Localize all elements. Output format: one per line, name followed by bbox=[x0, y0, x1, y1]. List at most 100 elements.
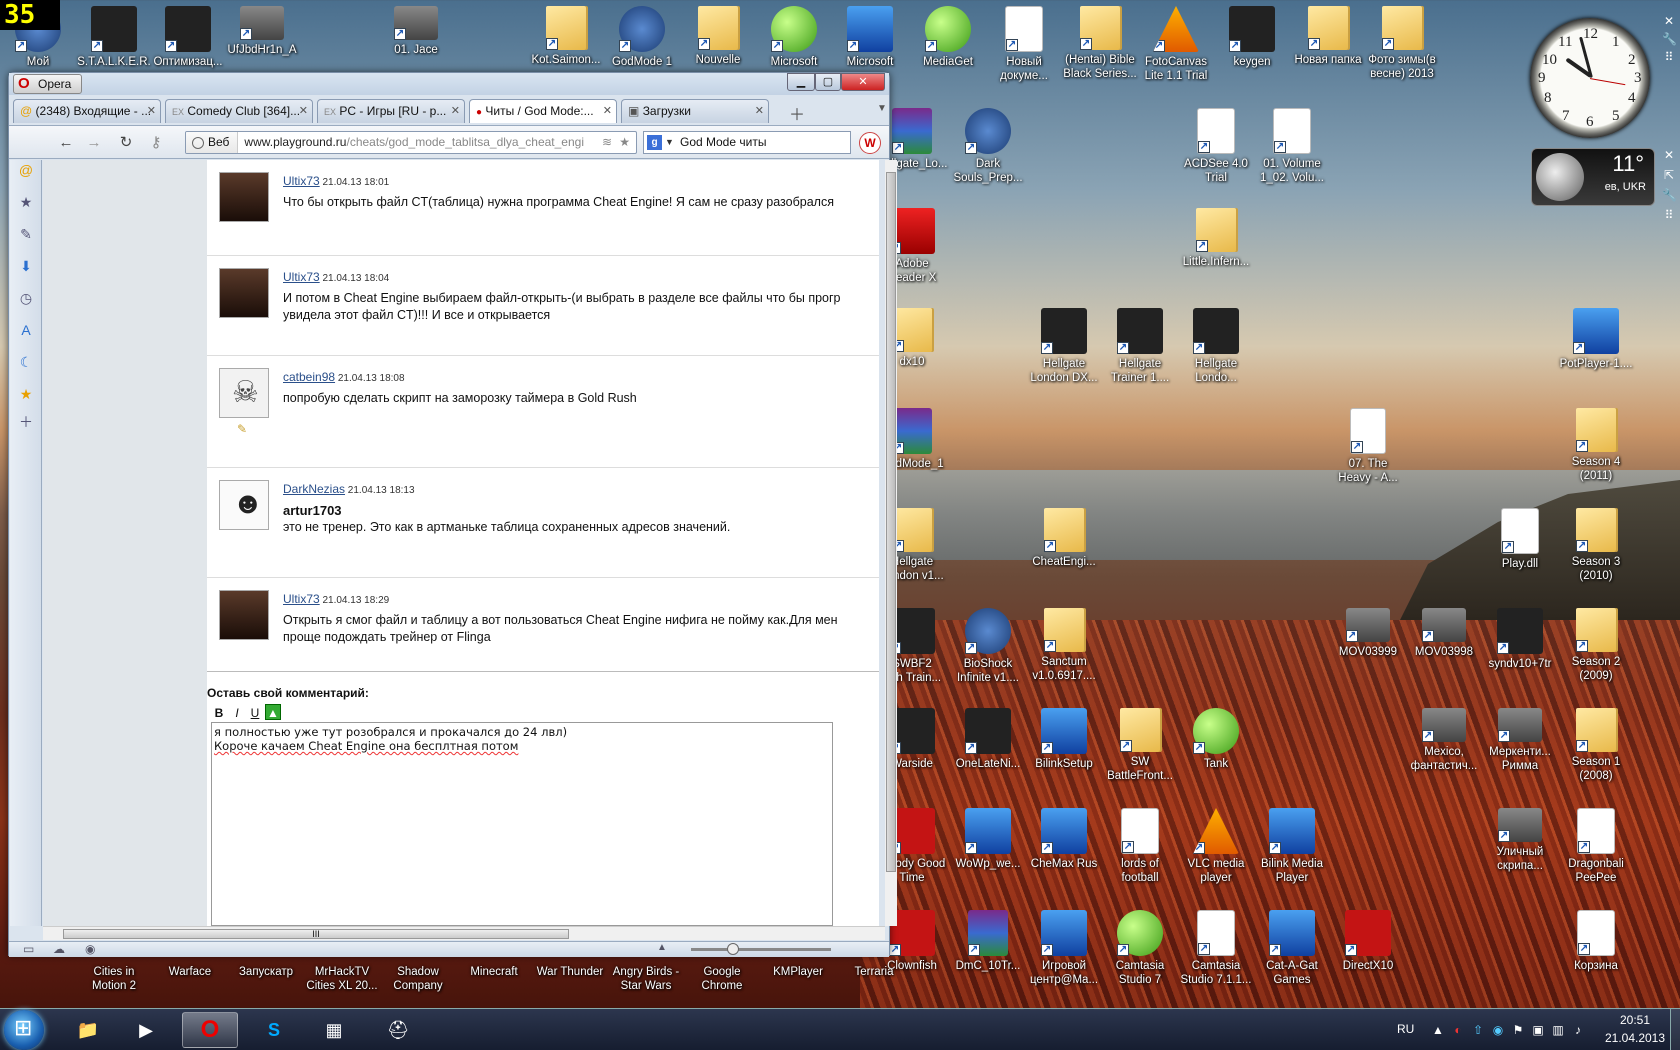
bookmark-star-icon[interactable]: ★ bbox=[619, 132, 630, 153]
desktop-icon[interactable]: ↗ MediaGet bbox=[910, 6, 986, 96]
desktop-icon[interactable]: ↗ BioShock Infinite v1.... bbox=[950, 608, 1026, 698]
skype-icon[interactable]: S bbox=[246, 1012, 302, 1048]
tab-close-icon[interactable]: ✕ bbox=[299, 104, 308, 117]
tab-mail[interactable]: @ (2348) Входящие - ... ✕ bbox=[13, 99, 161, 123]
favorites-star-icon[interactable]: ★ bbox=[18, 386, 34, 402]
desktop-icon[interactable]: ↗ Корзина bbox=[1558, 910, 1634, 1000]
desktop-icon[interactable]: War Thunder bbox=[532, 962, 608, 1006]
search-field[interactable]: g ▼ God Mode читы bbox=[643, 131, 851, 154]
desktop-icon[interactable]: ↗ (Hentai) Bible Black Series... bbox=[1062, 6, 1138, 96]
desktop-icon[interactable]: ↗ Season 1 (2008) bbox=[1558, 708, 1634, 798]
comment-author-link[interactable]: Ultix73 bbox=[283, 270, 320, 284]
desktop-icon[interactable]: ↗ ACDSee 4.0 Trial bbox=[1178, 108, 1254, 198]
notes-icon[interactable]: ✎ bbox=[18, 226, 34, 242]
show-desktop-button[interactable] bbox=[1670, 1009, 1680, 1050]
desktop-icon[interactable]: Angry Birds - Star Wars bbox=[608, 962, 684, 1006]
desktop-icon[interactable]: ↗ Sanctum v1.0.6917.... bbox=[1026, 608, 1102, 698]
underline-button[interactable]: U bbox=[247, 705, 263, 721]
desktop-icon[interactable]: ↗ Новая папка bbox=[1290, 6, 1366, 96]
desktop-icon[interactable]: ↗ 01. Volume 1_02. Volu... bbox=[1254, 108, 1330, 198]
reload-icon[interactable]: ↻ bbox=[115, 132, 137, 154]
clock-gadget[interactable]: 12 1 2 3 4 5 6 7 8 9 10 11 bbox=[1530, 18, 1650, 138]
wand-key-icon[interactable]: ⚷ bbox=[145, 132, 167, 154]
tab-close-icon[interactable]: ✕ bbox=[147, 104, 156, 117]
game-helmet-icon[interactable]: ⛑ bbox=[370, 1012, 426, 1048]
desktop-icon[interactable]: ↗ BilinkSetup bbox=[1026, 708, 1102, 798]
chevron-down-icon[interactable]: ▼ bbox=[665, 132, 674, 153]
panel-toggle-icon[interactable]: ▭ bbox=[23, 942, 34, 956]
gadget-options-icon[interactable]: 🔧 bbox=[1662, 188, 1677, 202]
mail-icon[interactable]: @ bbox=[18, 162, 34, 178]
minimize-button[interactable]: ▁ bbox=[787, 73, 815, 91]
comment-author-link[interactable]: catbein98 bbox=[283, 370, 335, 384]
downloads-icon[interactable]: ⬇ bbox=[18, 258, 34, 274]
zoom-slider-knob[interactable] bbox=[727, 943, 739, 955]
action-center-icon[interactable]: ▣ bbox=[1531, 1023, 1545, 1037]
tab-close-icon[interactable]: ✕ bbox=[755, 104, 764, 117]
desktop-icon[interactable]: Cities in Motion 2 bbox=[76, 962, 152, 1006]
opera-taskbar-icon[interactable]: O bbox=[182, 1012, 238, 1048]
desktop-icon[interactable]: ↗ 07. The Heavy - A... bbox=[1330, 408, 1406, 498]
back-arrow-icon[interactable]: ← bbox=[55, 132, 77, 154]
explorer-folder-icon[interactable]: 📁 bbox=[60, 1012, 116, 1048]
zoom-toggle-icon[interactable]: ▲ bbox=[657, 942, 667, 953]
close-button[interactable]: ✕ bbox=[841, 73, 885, 91]
desktop-icon[interactable]: ↗ Season 2 (2009) bbox=[1558, 608, 1634, 698]
desktop-icon[interactable]: ↗ Cat-A-Gat Games bbox=[1254, 910, 1330, 1000]
desktop-icon[interactable]: ↗ syndv10+7tr bbox=[1482, 608, 1558, 698]
gadget-close-icon[interactable]: ✕ bbox=[1662, 14, 1676, 28]
desktop-icon[interactable]: ↗ OneLateNi... bbox=[950, 708, 1026, 798]
language-indicator[interactable]: RU bbox=[1397, 1022, 1414, 1036]
avatar[interactable] bbox=[219, 368, 269, 418]
comment-author-link[interactable]: DarkNezias bbox=[283, 482, 345, 496]
italic-button[interactable]: I bbox=[229, 705, 245, 721]
desktop-icon[interactable]: ↗ Bilink Media Player bbox=[1254, 808, 1330, 898]
flag-icon[interactable]: ⚑ bbox=[1511, 1023, 1525, 1037]
gadget-size-icon[interactable]: ⇱ bbox=[1662, 168, 1676, 182]
cheat-tool-icon[interactable]: ▦ bbox=[306, 1012, 362, 1048]
show-hidden-icons-icon[interactable]: ▲ bbox=[1431, 1023, 1445, 1037]
history-icon[interactable]: ◷ bbox=[18, 290, 34, 306]
desktop-icon[interactable]: ↗ DirectX10 bbox=[1330, 910, 1406, 1000]
volume-icon[interactable]: ♪ bbox=[1571, 1023, 1585, 1037]
turbo-cloud-icon[interactable]: ☁ bbox=[53, 942, 65, 956]
desktop-icon[interactable]: ↗ Hellgate Trainer 1.... bbox=[1102, 308, 1178, 398]
horizontal-scrollbar[interactable]: III bbox=[43, 926, 885, 940]
comment-author-link[interactable]: Ultix73 bbox=[283, 592, 320, 606]
desktop-icon[interactable]: Minecraft bbox=[456, 962, 532, 1006]
avatar[interactable] bbox=[219, 480, 269, 530]
desktop-icon[interactable]: ↗ MOV03998 bbox=[1406, 608, 1482, 698]
desktop-icon[interactable]: Shadow Company bbox=[380, 962, 456, 1006]
tab-close-icon[interactable]: ✕ bbox=[603, 104, 612, 117]
gadget-options-icon[interactable]: 🔧 bbox=[1662, 32, 1677, 46]
desktop-icon[interactable]: Terraria bbox=[836, 962, 912, 1006]
desktop-icon[interactable]: ↗ Mexico, фантастич... bbox=[1406, 708, 1482, 798]
extension-w-icon[interactable]: W bbox=[859, 132, 881, 154]
desktop-icon[interactable]: Warface bbox=[152, 962, 228, 1006]
avatar[interactable] bbox=[219, 268, 269, 318]
desktop-icon[interactable]: ↗ Уличный скрипа... bbox=[1482, 808, 1558, 898]
forward-arrow-icon[interactable]: → bbox=[83, 132, 105, 154]
desktop-icon[interactable]: ↗ Camtasia Studio 7.1.1... bbox=[1178, 910, 1254, 1000]
desktop-icon[interactable]: ↗ MOV03999 bbox=[1330, 608, 1406, 698]
scroll-thumb[interactable]: III bbox=[63, 929, 569, 939]
desktop-icon[interactable]: ↗ Dragonbali PeePee bbox=[1558, 808, 1634, 898]
bookmarks-star-icon[interactable]: ★ bbox=[18, 194, 34, 210]
desktop-icon[interactable]: ↗ Season 3 (2010) bbox=[1558, 508, 1634, 598]
antivirus-icon[interactable]: ◐ bbox=[1451, 1023, 1465, 1037]
desktop-icon[interactable]: ↗ Season 4 (2011) bbox=[1558, 408, 1634, 498]
address-bar[interactable]: Веб www.playground.ru/cheats/god_mode_tab… bbox=[185, 131, 637, 154]
scroll-thumb[interactable] bbox=[886, 172, 896, 872]
avatar[interactable] bbox=[219, 172, 269, 222]
comment-author-link[interactable]: Ultix73 bbox=[283, 174, 320, 188]
weather-gadget[interactable]: 11° ев, UKR bbox=[1531, 148, 1655, 206]
vertical-scrollbar[interactable] bbox=[885, 160, 897, 926]
gadget-drag-icon[interactable]: ⠿ bbox=[1662, 50, 1676, 64]
desktop-icon[interactable]: ↗ lords of football bbox=[1102, 808, 1178, 898]
tab-menu-chevron-down-icon[interactable]: ▼ bbox=[877, 103, 887, 114]
desktop-icon[interactable]: ↗ Hellgate Londo... bbox=[1178, 308, 1254, 398]
desktop-icon[interactable]: MrHackTV Cities XL 20... bbox=[304, 962, 380, 1006]
maximize-button[interactable]: ▢ bbox=[815, 73, 841, 91]
desktop-icon[interactable]: ↗ PotPlayer-1.... bbox=[1558, 308, 1634, 398]
comment-textarea[interactable]: я полностью уже тут розобрался и прокача… bbox=[211, 722, 833, 926]
